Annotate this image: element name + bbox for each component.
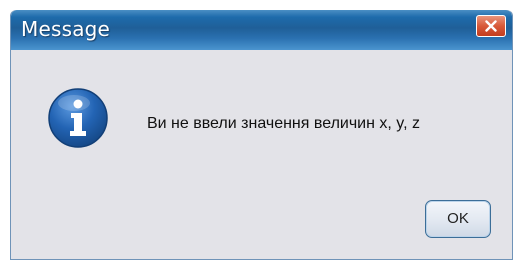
ok-button[interactable]: OK — [425, 200, 491, 238]
message-text: Ви не ввели значення величин x, y, z — [147, 115, 420, 132]
close-button[interactable] — [476, 15, 506, 37]
title-bar[interactable]: Message — [11, 10, 512, 50]
message-dialog: Message Ви не ввели значення величин x, … — [10, 10, 513, 260]
info-icon — [48, 88, 108, 148]
close-icon — [485, 20, 497, 32]
dialog-title: Message — [21, 17, 111, 41]
